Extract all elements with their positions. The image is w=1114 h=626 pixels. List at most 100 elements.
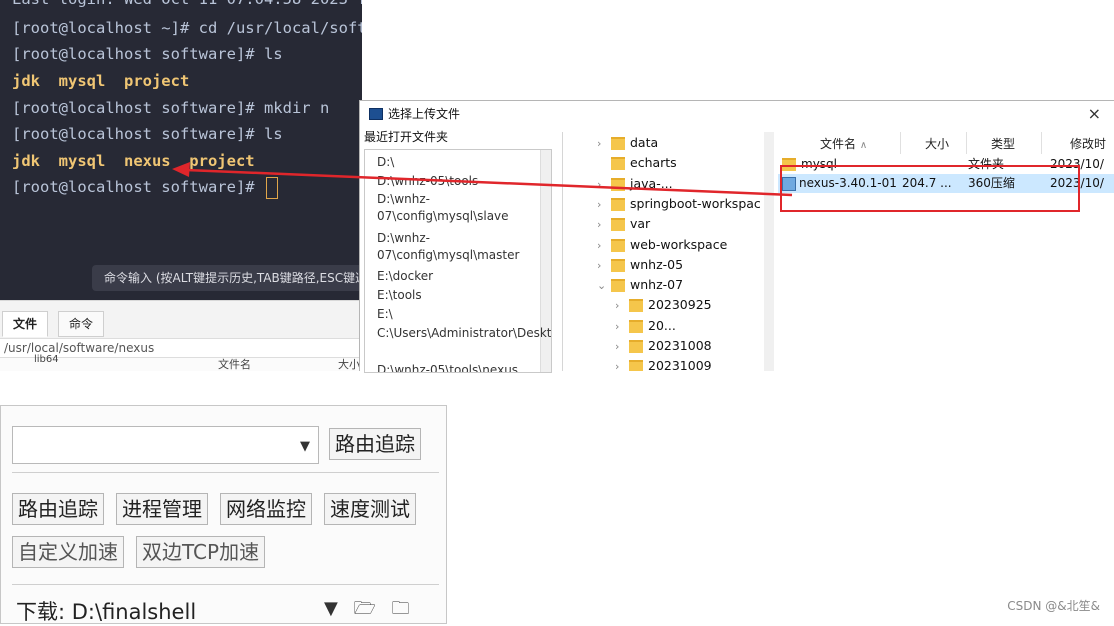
column-size[interactable]: 大小 xyxy=(338,356,360,372)
lower-panel: 文件 命令 /usr/local/software/nexus lib64 文件… xyxy=(0,300,366,372)
recent-folder-item[interactable]: E:\tools xyxy=(377,287,537,304)
chevron-right-icon[interactable]: › xyxy=(597,236,611,256)
divider xyxy=(12,584,439,585)
recent-folder-item[interactable]: D:\wnhz-05\tools xyxy=(377,173,537,190)
tree-folder-item[interactable]: echarts xyxy=(597,153,677,173)
tree-folder-item[interactable]: ⌄ wnhz-07 xyxy=(597,275,683,295)
tree-folder-label: 20231008 xyxy=(648,338,712,353)
folder-icon xyxy=(611,157,625,171)
tree-folder-item[interactable]: › 20230925 xyxy=(615,295,712,315)
tree-folder-label: 20230925 xyxy=(648,297,712,313)
sort-ascending-icon: ∧ xyxy=(859,140,868,151)
terminal[interactable]: Last login: Wed Oct 11 07:04:58 2023 fro… xyxy=(0,0,362,300)
chevron-right-icon[interactable]: › xyxy=(597,195,611,215)
tree-folder-item[interactable]: › 20231009 xyxy=(615,356,712,371)
chevron-right-icon[interactable]: › xyxy=(597,215,611,235)
recent-folders-label: 最近打开文件夹 xyxy=(364,130,449,144)
tcp-accel-button[interactable]: 双边TCP加速 xyxy=(136,536,266,568)
chevron-down-icon[interactable]: ⌄ xyxy=(597,276,611,296)
host-combobox[interactable]: ▼ xyxy=(12,426,319,464)
tree-folder-item[interactable]: › java-... xyxy=(597,174,673,194)
tree-folder-label: var xyxy=(630,216,651,232)
command-input-hint[interactable]: 命令输入 (按ALT键提示历史,TAB键路径,ESC键返 xyxy=(92,265,404,291)
chevron-right-icon[interactable]: › xyxy=(615,317,629,337)
tree-folder-label: 20... xyxy=(648,317,676,333)
recent-folder-item[interactable]: C:\Users\Administrator\Desktop xyxy=(377,325,551,342)
tree-folder-label: echarts xyxy=(630,155,677,171)
tree-folder-label: web-workspace xyxy=(630,236,728,252)
folder-icon xyxy=(629,360,643,371)
tree-folder-label: 20231009 xyxy=(648,358,712,371)
recent-folder-item[interactable]: D:\wnhz-07\config\mysql\slave xyxy=(377,191,537,225)
recent-folder-item[interactable]: E:\docker xyxy=(377,268,537,285)
folder-icon xyxy=(611,279,625,293)
chevron-right-icon[interactable]: › xyxy=(615,337,629,357)
folder-icon xyxy=(611,197,625,211)
file-list-header: lib64 文件名 大小 xyxy=(0,354,362,372)
tab-command[interactable]: 命令 xyxy=(58,311,105,337)
tools-panel: ▼ 路由追踪 路由追踪 进程管理 网络监控 速度测试 自定义加速 双边TCP加速… xyxy=(0,405,447,624)
folder-icon[interactable]: 🗀 xyxy=(392,596,410,626)
tree-folder-item[interactable]: › springboot-workspace xyxy=(597,194,761,214)
terminal-line: [root@localhost software]# ls xyxy=(12,125,283,143)
tab-file[interactable]: 文件 xyxy=(2,311,49,337)
network-monitor-button[interactable]: 网络监控 xyxy=(220,493,312,525)
terminal-line: [root@localhost software]# xyxy=(12,178,264,196)
chevron-right-icon[interactable]: › xyxy=(615,296,629,316)
chevron-right-icon[interactable]: › xyxy=(597,256,611,276)
download-actions: ▼ 🗁 🗀 xyxy=(324,596,420,626)
recent-folder-item[interactable]: D:\wnhz-05\tools\nexus xyxy=(377,362,537,372)
folder-tree: › data echarts › java-... › springboot-workspa… xyxy=(562,132,761,371)
download-path: 下载: D:\finalshell xyxy=(16,600,197,624)
folder-icon xyxy=(611,238,625,252)
terminal-cursor xyxy=(266,176,279,199)
process-manager-button[interactable]: 进程管理 xyxy=(116,493,208,525)
tree-folder-item[interactable]: › var xyxy=(597,214,650,234)
column-type[interactable]: 类型 xyxy=(991,135,1015,152)
tree-folder-label: wnhz-05 xyxy=(630,256,684,272)
terminal-line: jdk mysql project xyxy=(12,72,190,90)
folder-icon xyxy=(629,299,643,313)
recent-folder-item[interactable]: D:\ xyxy=(377,154,537,171)
open-folder-icon[interactable]: 🗁 xyxy=(354,596,376,626)
highlight-box xyxy=(780,165,1080,212)
upload-file-dialog: 选择上传文件 × 最近打开文件夹 D:\ D:\wnhz-05\tools D:\w… xyxy=(359,100,1114,373)
custom-accel-button[interactable]: 自定义加速 xyxy=(12,536,124,568)
column-name[interactable]: 文件名 ∧ xyxy=(820,135,867,152)
folder-icon xyxy=(629,319,643,333)
speed-test-button[interactable]: 速度测试 xyxy=(324,493,416,525)
tree-folder-label: data xyxy=(630,135,659,150)
folder-icon xyxy=(611,137,625,150)
recent-folder-item[interactable]: E:\ xyxy=(377,306,537,323)
terminal-line: Last login: Wed Oct 11 07:04:58 2023 fro… xyxy=(12,0,362,10)
tree-folder-label: java-... xyxy=(630,175,673,191)
tree-folder-item[interactable]: › 20231008 xyxy=(615,336,712,356)
column-modified[interactable]: 修改时 xyxy=(1070,135,1106,152)
folder-icon xyxy=(611,258,625,272)
file-list-header: 文件名 ∧ 大小 类型 修改时 xyxy=(778,132,1114,154)
trace-route-button[interactable]: 路由追踪 xyxy=(329,428,421,460)
chevron-right-icon[interactable]: › xyxy=(615,357,629,371)
folder-icon xyxy=(629,340,643,353)
terminal-line: [root@localhost software]# mkdir n xyxy=(12,99,330,117)
dropdown-arrow-icon[interactable]: ▼ xyxy=(324,598,338,619)
tree-folder-item[interactable]: › web-workspace xyxy=(597,235,727,255)
tree-folder-item[interactable]: › data xyxy=(597,133,658,153)
window-icon xyxy=(369,108,383,120)
chevron-right-icon[interactable]: › xyxy=(597,134,611,154)
chevron-right-icon[interactable]: › xyxy=(597,175,611,195)
lib64-folder[interactable]: lib64 xyxy=(34,354,59,365)
dropdown-arrow-icon[interactable]: ▼ xyxy=(300,439,310,454)
column-name[interactable]: 文件名 xyxy=(218,356,251,372)
tree-folder-item[interactable]: › wnhz-05 xyxy=(597,255,683,275)
tree-scrollbar[interactable] xyxy=(764,132,774,371)
tool-trace-route-button[interactable]: 路由追踪 xyxy=(12,493,104,525)
dialog-titlebar: 选择上传文件 × xyxy=(360,101,1114,127)
recent-folders-list: D:\ D:\wnhz-05\tools D:\wnhz-07\config\mys… xyxy=(364,149,552,373)
column-size[interactable]: 大小 xyxy=(925,135,949,152)
close-icon[interactable]: × xyxy=(1088,101,1101,127)
terminal-line: [root@localhost ~]# cd /usr/local/softwa… xyxy=(12,19,362,37)
tree-folder-item[interactable]: › 20... xyxy=(615,316,676,336)
dialog-title: 选择上传文件 xyxy=(388,107,461,121)
recent-folder-item[interactable]: D:\wnhz-07\config\mysql\master xyxy=(377,230,537,264)
